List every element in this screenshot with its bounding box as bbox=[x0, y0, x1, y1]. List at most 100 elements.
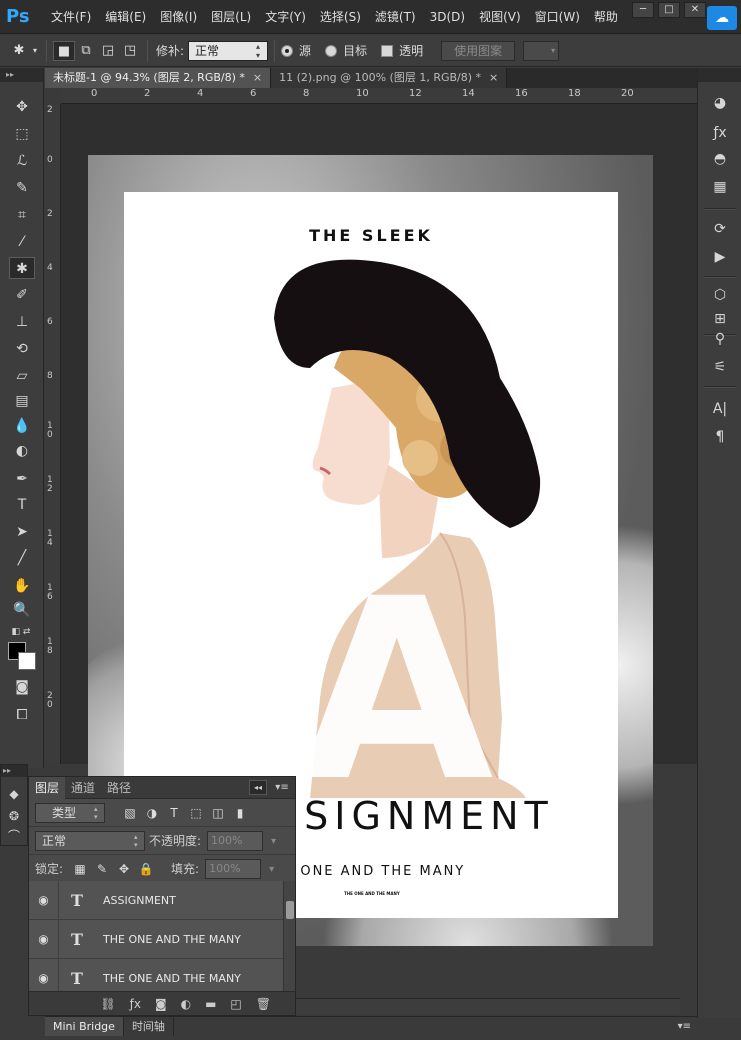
patch-mode-select[interactable]: 正常 bbox=[188, 40, 269, 61]
tab-paths[interactable]: 路径 bbox=[101, 777, 137, 799]
source-radio[interactable] bbox=[281, 44, 294, 57]
tab-11-2-png[interactable]: 11 (2).png @ 100% (图层 1, RGB/8) * × bbox=[271, 68, 508, 88]
layer-mask-icon[interactable]: ◙ bbox=[155, 997, 167, 1011]
menu-layer[interactable]: 图层(L) bbox=[204, 0, 258, 34]
character-icon[interactable]: A| bbox=[707, 398, 733, 420]
menu-file[interactable]: 文件(F) bbox=[44, 0, 98, 34]
tab-channels[interactable]: 通道 bbox=[65, 777, 101, 799]
path-select-tool-icon[interactable]: ➤ bbox=[9, 521, 35, 543]
hand-tool-icon[interactable]: ✋ bbox=[9, 575, 35, 597]
menu-help[interactable]: 帮助 bbox=[587, 0, 625, 34]
menu-edit[interactable]: 编辑(E) bbox=[98, 0, 153, 34]
properties-icon[interactable]: ⊞ bbox=[707, 308, 733, 330]
blur-tool-icon[interactable]: 💧 bbox=[9, 415, 35, 437]
pen-tool-icon[interactable]: ✒ bbox=[9, 468, 35, 490]
adjustment-filter-icon[interactable]: ◑ bbox=[141, 806, 163, 820]
shape-filter-icon[interactable]: ⬚ bbox=[185, 806, 207, 820]
canvas-area[interactable]: THE SLEEK A SSIGNMENT E ONE AND THE MANY… bbox=[61, 104, 697, 946]
adjustment-layer-icon[interactable]: ◐ bbox=[181, 997, 191, 1011]
menu-3d[interactable]: 3D(D) bbox=[423, 0, 472, 34]
delete-layer-icon[interactable]: 🗑 bbox=[256, 997, 271, 1011]
minimize-button[interactable]: ─ bbox=[632, 2, 654, 18]
lock-transparency-icon[interactable]: ▦ bbox=[69, 862, 91, 876]
eyedropper-tool-icon[interactable]: ⁄ bbox=[9, 231, 35, 253]
menu-filter[interactable]: 滤镜(T) bbox=[368, 0, 423, 34]
dodge-tool-icon[interactable]: ◐ bbox=[9, 440, 35, 462]
filter-type-select[interactable]: 类型 bbox=[35, 802, 105, 823]
close-tab-icon[interactable]: × bbox=[253, 71, 262, 84]
line-tool-icon[interactable]: ╱ bbox=[9, 547, 35, 569]
adjustments-icon[interactable]: ◕ bbox=[707, 92, 733, 114]
screen-mode-icon[interactable]: ⧠ bbox=[9, 704, 35, 726]
intersect-selection-icon[interactable]: ◳ bbox=[119, 41, 141, 61]
new-group-icon[interactable]: ▬ bbox=[205, 997, 216, 1011]
cloud-icon[interactable]: ☁ bbox=[707, 6, 737, 30]
tab-timeline[interactable]: 时间轴 bbox=[124, 1017, 174, 1036]
lasso-tool-icon[interactable]: ℒ bbox=[9, 150, 35, 172]
channels-icon[interactable]: ❂ bbox=[3, 805, 25, 827]
eraser-tool-icon[interactable]: ▱ bbox=[9, 365, 35, 387]
brush-presets-icon[interactable]: ⚲ bbox=[707, 328, 733, 350]
collapse-panel-icon[interactable]: ◂◂ bbox=[249, 780, 267, 795]
layer-list-scrollbar[interactable] bbox=[283, 881, 295, 991]
target-radio[interactable] bbox=[325, 44, 338, 57]
paths-icon[interactable]: ⌒ bbox=[3, 825, 25, 847]
link-layers-icon[interactable]: ⛓ bbox=[100, 997, 115, 1011]
menu-select[interactable]: 选择(S) bbox=[313, 0, 368, 34]
layer-row[interactable]: ◉ T ASSIGNMENT bbox=[29, 881, 295, 920]
new-layer-icon[interactable]: ◰ bbox=[230, 997, 241, 1011]
tool-presets-icon[interactable]: ⚟ bbox=[707, 356, 733, 378]
history-brush-tool-icon[interactable]: ⟲ bbox=[9, 338, 35, 360]
layer-row[interactable]: ◉ T THE ONE AND THE MANY bbox=[29, 958, 295, 991]
crop-tool-icon[interactable]: ⌗ bbox=[9, 204, 35, 226]
stamp-tool-icon[interactable]: ⊥ bbox=[9, 311, 35, 333]
new-selection-icon[interactable]: ■ bbox=[53, 40, 75, 61]
visibility-eye-icon[interactable]: ◉ bbox=[29, 881, 59, 920]
panel-menu-icon[interactable]: ▾≡ bbox=[273, 780, 291, 795]
marquee-tool-icon[interactable]: ⬚ bbox=[9, 123, 35, 145]
visibility-eye-icon[interactable]: ◉ bbox=[29, 958, 59, 991]
blend-mode-select[interactable]: 正常 bbox=[35, 830, 145, 851]
opacity-input[interactable]: 100% bbox=[207, 830, 276, 851]
filter-toggle-icon[interactable]: ▮ bbox=[229, 806, 251, 820]
lock-position-icon[interactable]: ✥ bbox=[113, 862, 135, 876]
lock-pixels-icon[interactable]: ✎ bbox=[91, 862, 113, 876]
close-tab-icon[interactable]: × bbox=[489, 71, 498, 84]
horizontal-scrollbar[interactable] bbox=[296, 998, 680, 1014]
pattern-picker[interactable]: ▾ bbox=[523, 40, 560, 61]
image-filter-icon[interactable]: ▧ bbox=[119, 806, 141, 820]
layer-row[interactable]: ◉ T THE ONE AND THE MANY bbox=[29, 919, 295, 959]
tool-preset-chevron-icon[interactable]: ▾ bbox=[30, 41, 40, 61]
fill-input[interactable]: 100% bbox=[205, 858, 274, 879]
brush-tool-icon[interactable]: ✐ bbox=[9, 284, 35, 306]
paragraph-icon[interactable]: ¶ bbox=[707, 426, 733, 448]
background-color-swatch[interactable] bbox=[18, 652, 36, 670]
3d-icon[interactable]: ⬡ bbox=[707, 284, 733, 306]
subtract-selection-icon[interactable]: ◲ bbox=[97, 41, 119, 61]
layers-icon[interactable]: ◆ bbox=[3, 783, 25, 805]
patch-tool-icon[interactable]: ✱ bbox=[9, 257, 35, 279]
horizontal-ruler[interactable]: 0 2 4 6 8 10 12 14 16 18 20 bbox=[61, 88, 697, 104]
swap-colors-icon[interactable]: ◧ ⇄ bbox=[6, 621, 36, 643]
quick-mask-icon[interactable]: ◙ bbox=[9, 676, 35, 698]
panel-menu-icon[interactable]: ▾≡ bbox=[678, 1017, 691, 1037]
menu-view[interactable]: 视图(V) bbox=[472, 0, 528, 34]
actions-icon[interactable]: ▶ bbox=[707, 246, 733, 268]
tab-mini-bridge[interactable]: Mini Bridge bbox=[45, 1017, 124, 1036]
smart-object-filter-icon[interactable]: ◫ bbox=[207, 806, 229, 820]
panel-grip[interactable]: ▸▸ bbox=[0, 68, 43, 82]
tab-layers[interactable]: 图层 bbox=[29, 777, 66, 799]
zoom-tool-icon[interactable]: 🔍 bbox=[9, 599, 35, 621]
styles-icon[interactable]: ƒx bbox=[707, 122, 733, 144]
menu-type[interactable]: 文字(Y) bbox=[258, 0, 313, 34]
menu-window[interactable]: 窗口(W) bbox=[528, 0, 587, 34]
scrollbar-thumb[interactable] bbox=[286, 901, 294, 919]
swatches-icon[interactable]: ◓ bbox=[707, 148, 733, 170]
panel-grip[interactable] bbox=[698, 68, 741, 82]
type-tool-icon[interactable]: T bbox=[9, 494, 35, 516]
close-button[interactable]: ✕ bbox=[684, 2, 706, 18]
maximize-button[interactable]: □ bbox=[658, 2, 680, 18]
move-tool-icon[interactable]: ✥ bbox=[9, 96, 35, 118]
visibility-eye-icon[interactable]: ◉ bbox=[29, 919, 59, 959]
grid-icon[interactable]: ▦ bbox=[707, 176, 733, 198]
